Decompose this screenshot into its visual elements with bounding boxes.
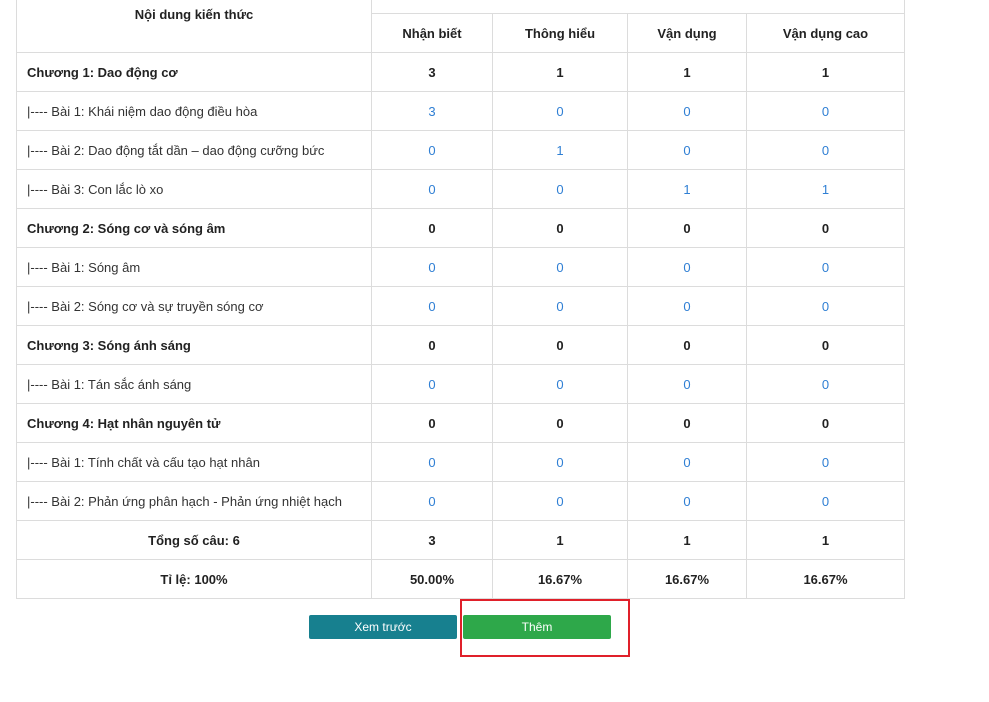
table-row-chapter: Chương 2: Sóng cơ và sóng âm 0 0 0 0 [16, 208, 905, 248]
question-count-link[interactable]: 0 [746, 442, 905, 482]
knowledge-matrix-table: Nội dung kiến thức Nhận biết Thông hiểu … [16, 0, 905, 599]
row-name: |---- Bài 1: Tán sắc ánh sáng [16, 364, 372, 404]
row-name: |---- Bài 1: Sóng âm [16, 247, 372, 287]
total-value: 1 [627, 520, 747, 560]
row-value: 0 [627, 403, 747, 443]
table-row-lesson: |---- Bài 3: Con lắc lò xo 0 0 1 1 [16, 169, 905, 209]
row-name: Chương 1: Dao động cơ [16, 52, 372, 92]
level-header-recognize: Nhận biết [371, 13, 493, 53]
add-button[interactable]: Thêm [463, 615, 611, 639]
row-name: Chương 4: Hạt nhân nguyên tử [16, 403, 372, 443]
question-count-link[interactable]: 0 [746, 364, 905, 404]
row-name: |---- Bài 3: Con lắc lò xo [16, 169, 372, 209]
question-count-link[interactable]: 1 [492, 130, 628, 170]
question-count-link[interactable]: 0 [746, 286, 905, 326]
row-value: 0 [746, 325, 905, 365]
table-row-chapter: Chương 1: Dao động cơ 3 1 1 1 [16, 52, 905, 92]
row-value: 0 [627, 325, 747, 365]
level-header-apply: Vận dụng [627, 13, 747, 53]
row-value: 0 [746, 403, 905, 443]
table-row-chapter: Chương 4: Hạt nhân nguyên tử 0 0 0 0 [16, 403, 905, 443]
row-name: Chương 2: Sóng cơ và sóng âm [16, 208, 372, 248]
question-count-link[interactable]: 0 [371, 130, 493, 170]
question-count-link[interactable]: 0 [492, 91, 628, 131]
row-name: |---- Bài 1: Khái niệm dao động điều hòa [16, 91, 372, 131]
question-count-link[interactable]: 0 [492, 247, 628, 287]
table-row-lesson: |---- Bài 2: Dao động tắt dần – dao động… [16, 130, 905, 170]
question-count-link[interactable]: 0 [627, 481, 747, 521]
row-value: 0 [371, 325, 493, 365]
total-value: 3 [371, 520, 493, 560]
table-row-lesson: |---- Bài 2: Phản ứng phân hạch - Phản ứ… [16, 481, 905, 521]
table-row-lesson: |---- Bài 1: Khái niệm dao động điều hòa… [16, 91, 905, 131]
ratio-value: 16.67% [746, 559, 905, 599]
row-value: 0 [492, 208, 628, 248]
row-value: 0 [492, 325, 628, 365]
question-count-link[interactable]: 0 [627, 442, 747, 482]
row-value: 0 [371, 403, 493, 443]
question-count-link[interactable]: 0 [371, 442, 493, 482]
question-count-link[interactable]: 0 [371, 247, 493, 287]
question-count-link[interactable]: 0 [492, 286, 628, 326]
level-group-header [371, 0, 905, 14]
question-count-link[interactable]: 0 [371, 286, 493, 326]
ratio-value: 50.00% [371, 559, 493, 599]
page: Nội dung kiến thức Nhận biết Thông hiểu … [0, 0, 989, 702]
row-name: |---- Bài 1: Tính chất và cấu tạo hạt nh… [16, 442, 372, 482]
total-value: 1 [492, 520, 628, 560]
question-count-link[interactable]: 1 [746, 169, 905, 209]
question-count-link[interactable]: 0 [371, 364, 493, 404]
row-name: |---- Bài 2: Dao động tắt dần – dao động… [16, 130, 372, 170]
ratio-value: 16.67% [627, 559, 747, 599]
level-header-apply-high: Vận dụng cao [746, 13, 905, 53]
row-value: 0 [746, 208, 905, 248]
question-count-link[interactable]: 0 [492, 169, 628, 209]
question-count-link[interactable]: 0 [627, 130, 747, 170]
row-value: 1 [492, 52, 628, 92]
question-count-link[interactable]: 0 [492, 442, 628, 482]
table-row-lesson: |---- Bài 1: Tính chất và cấu tạo hạt nh… [16, 442, 905, 482]
row-value: 0 [627, 208, 747, 248]
table-row-lesson: |---- Bài 2: Sóng cơ và sự truyền sóng c… [16, 286, 905, 326]
row-value: 0 [371, 208, 493, 248]
question-count-link[interactable]: 0 [627, 286, 747, 326]
question-count-link[interactable]: 0 [746, 91, 905, 131]
row-value: 1 [746, 52, 905, 92]
row-value: 3 [371, 52, 493, 92]
question-count-link[interactable]: 1 [627, 169, 747, 209]
question-count-link[interactable]: 0 [371, 481, 493, 521]
question-count-link[interactable]: 0 [627, 364, 747, 404]
table-row-lesson: |---- Bài 1: Sóng âm 0 0 0 0 [16, 247, 905, 287]
row-name: |---- Bài 2: Sóng cơ và sự truyền sóng c… [16, 286, 372, 326]
row-value: 0 [492, 403, 628, 443]
question-count-link[interactable]: 0 [492, 481, 628, 521]
row-name: Chương 3: Sóng ánh sáng [16, 325, 372, 365]
content-column-header: Nội dung kiến thức [16, 0, 372, 53]
question-count-link[interactable]: 0 [746, 481, 905, 521]
question-count-link[interactable]: 0 [746, 130, 905, 170]
table-row-chapter: Chương 3: Sóng ánh sáng 0 0 0 0 [16, 325, 905, 365]
row-name: |---- Bài 2: Phản ứng phân hạch - Phản ứ… [16, 481, 372, 521]
total-value: 1 [746, 520, 905, 560]
total-label: Tổng số câu: 6 [16, 520, 372, 560]
question-count-link[interactable]: 3 [371, 91, 493, 131]
question-count-link[interactable]: 0 [627, 91, 747, 131]
ratio-value: 16.67% [492, 559, 628, 599]
preview-button[interactable]: Xem trước [309, 615, 457, 639]
question-count-link[interactable]: 0 [627, 247, 747, 287]
question-count-link[interactable]: 0 [371, 169, 493, 209]
question-count-link[interactable]: 0 [746, 247, 905, 287]
question-count-link[interactable]: 0 [492, 364, 628, 404]
table-row-total: Tổng số câu: 6 3 1 1 1 [16, 520, 905, 560]
row-value: 1 [627, 52, 747, 92]
level-header-understand: Thông hiểu [492, 13, 628, 53]
ratio-label: Tỉ lệ: 100% [16, 559, 372, 599]
table-row-lesson: |---- Bài 1: Tán sắc ánh sáng 0 0 0 0 [16, 364, 905, 404]
table-row-ratio: Tỉ lệ: 100% 50.00% 16.67% 16.67% 16.67% [16, 559, 905, 599]
